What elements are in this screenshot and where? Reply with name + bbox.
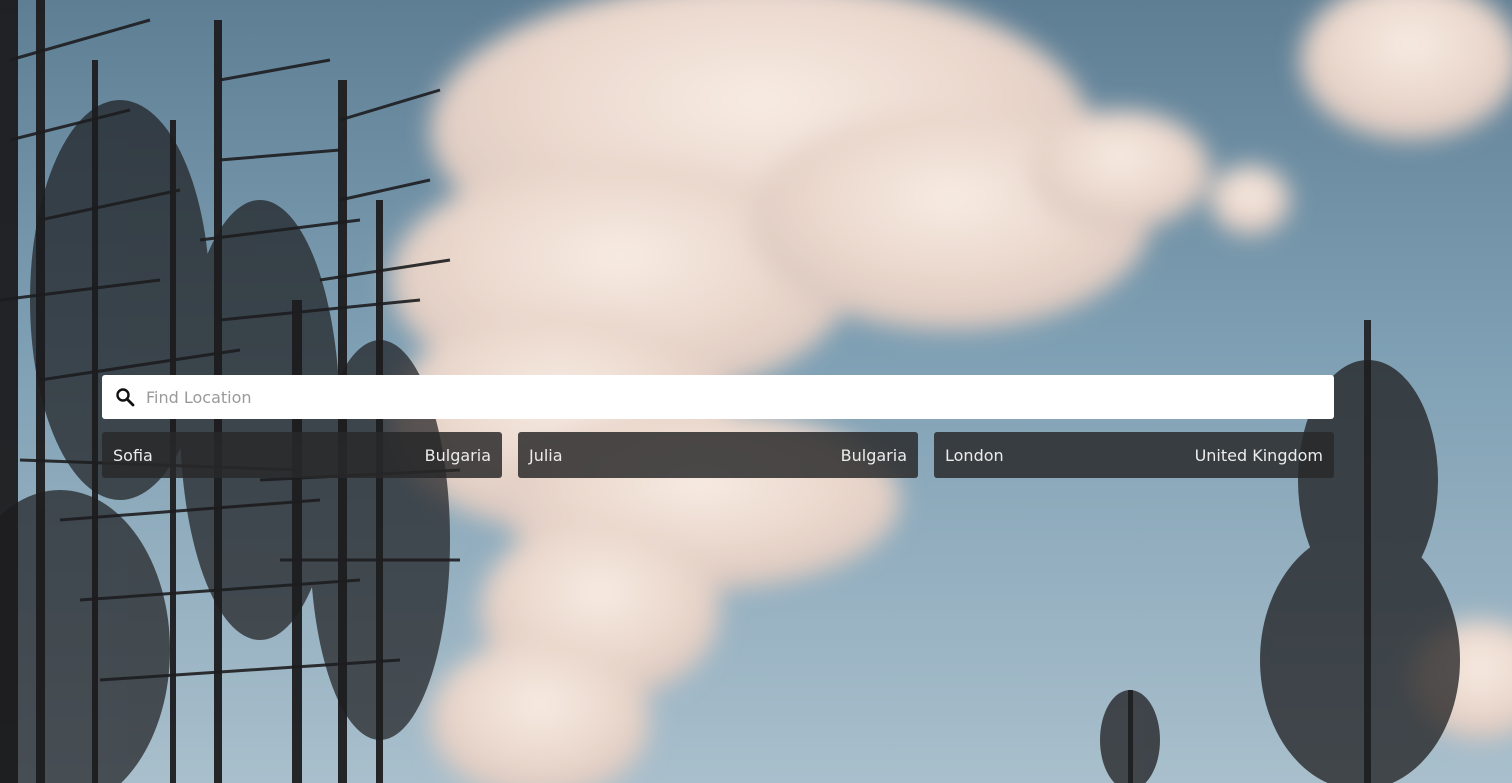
result-city: London (945, 445, 1004, 465)
search-results: Sofia Bulgaria Julia Bulgaria London Uni… (102, 432, 1334, 478)
result-country: United Kingdom (1194, 445, 1323, 465)
result-item-sofia[interactable]: Sofia Bulgaria (102, 432, 502, 478)
result-city: Sofia (113, 445, 153, 465)
result-item-london[interactable]: London United Kingdom (934, 432, 1334, 478)
result-city: Julia (529, 445, 563, 465)
result-country: Bulgaria (840, 445, 907, 465)
result-country: Bulgaria (424, 445, 491, 465)
search-bar[interactable] (102, 375, 1334, 419)
result-item-julia[interactable]: Julia Bulgaria (518, 432, 918, 478)
search-input[interactable] (146, 375, 1334, 419)
search-icon[interactable] (114, 386, 136, 408)
